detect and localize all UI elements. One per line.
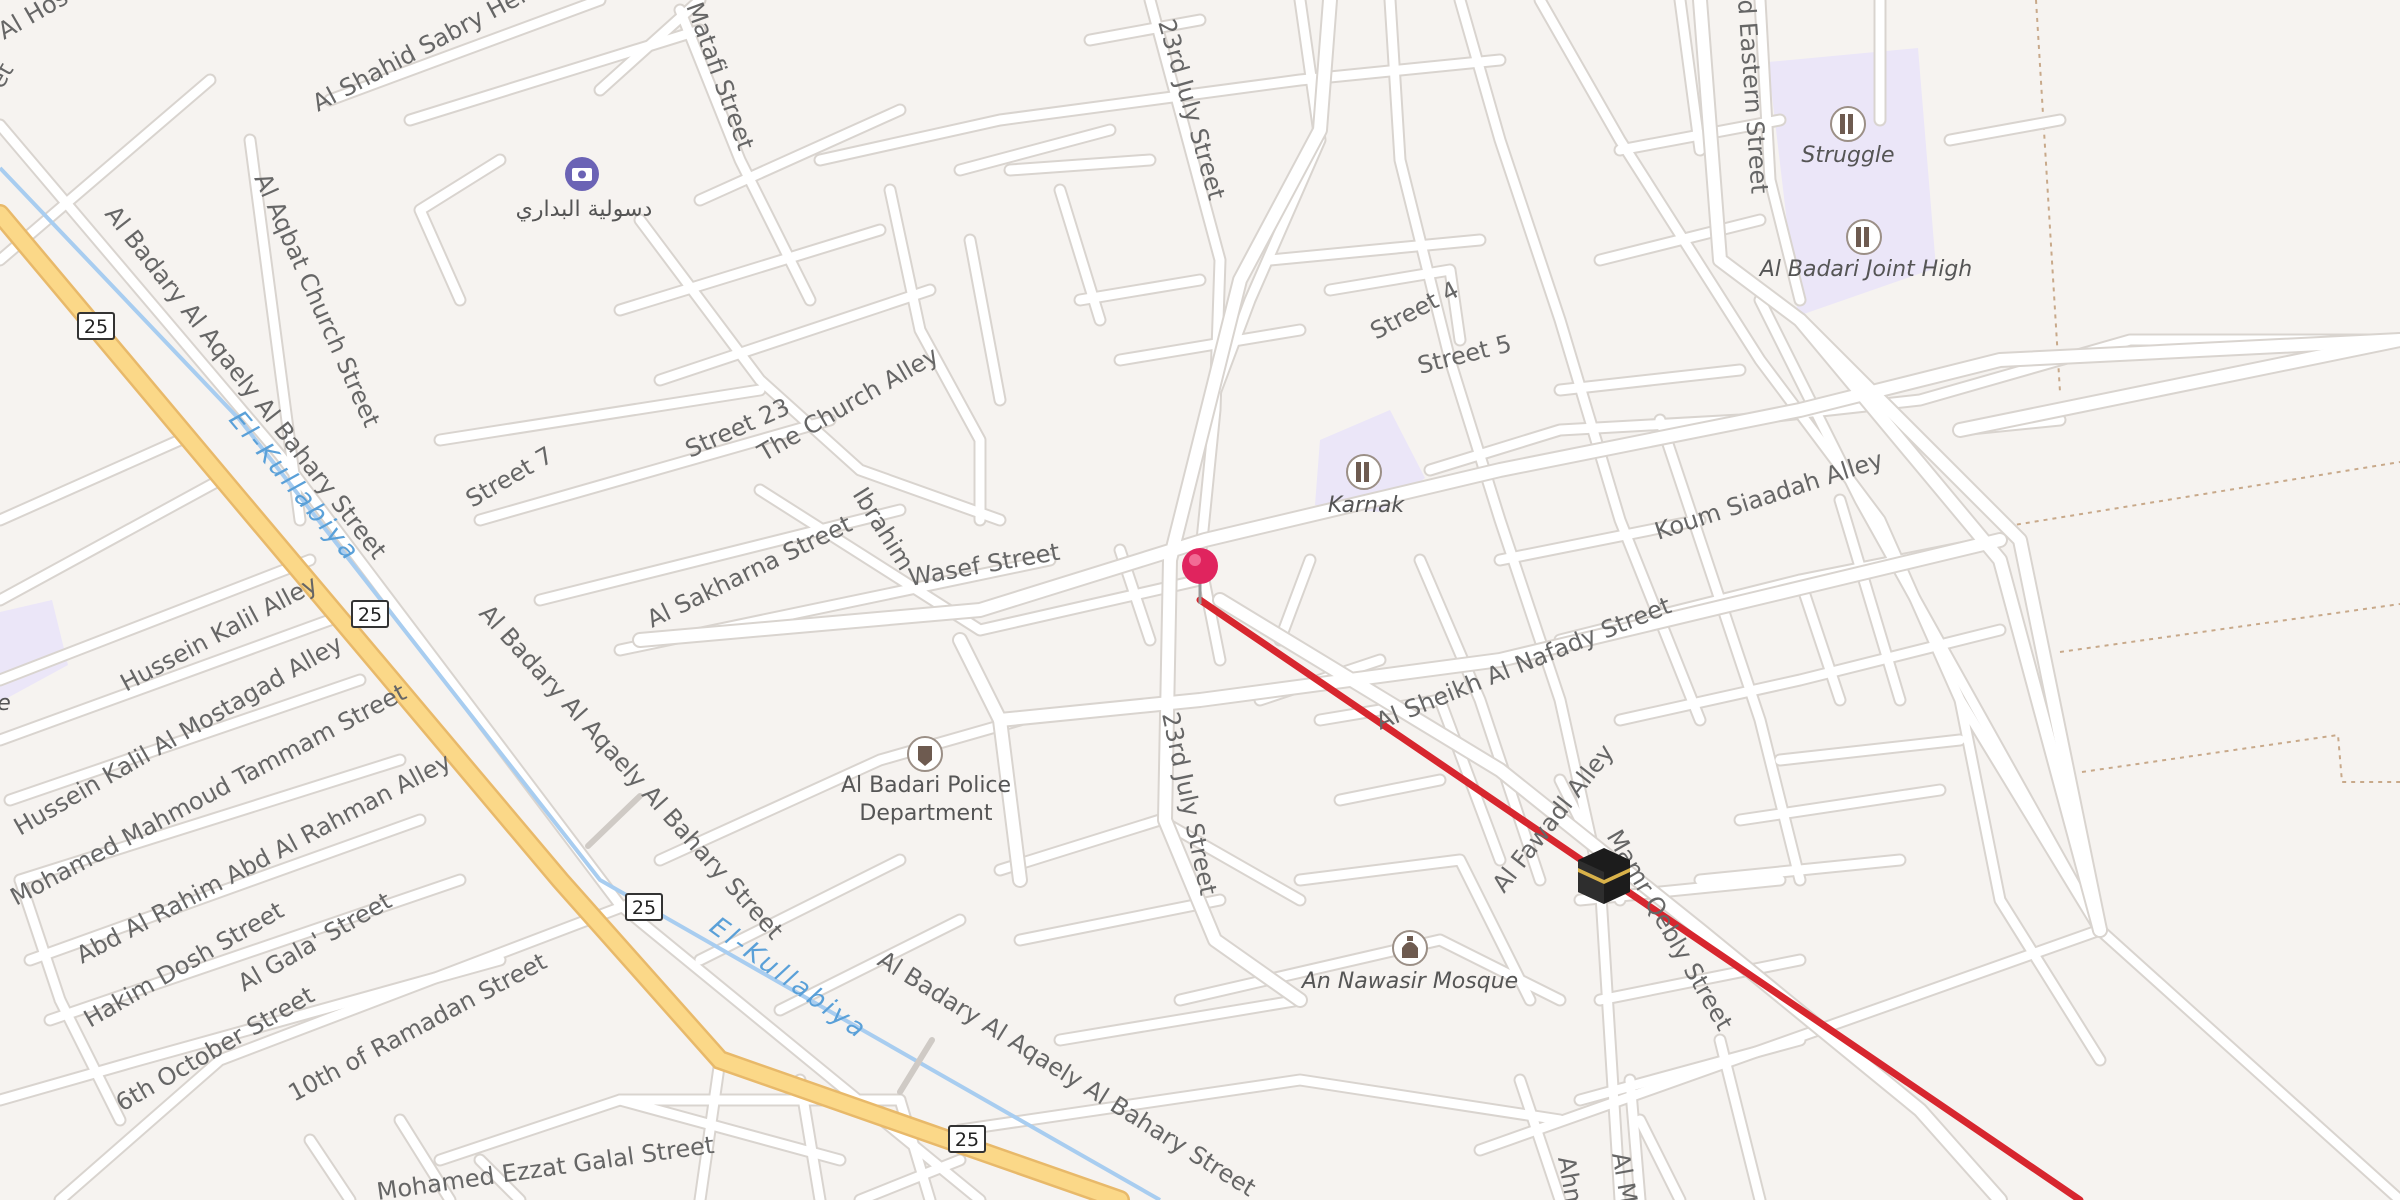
bridge bbox=[585, 793, 643, 849]
kaaba-icon[interactable] bbox=[1578, 848, 1630, 904]
highway-shield-number: 25 bbox=[955, 1129, 979, 1151]
poi-label: Department bbox=[859, 801, 993, 826]
kaaba-marker[interactable] bbox=[1578, 848, 1630, 904]
poi-label: e bbox=[0, 691, 11, 716]
poi-label: Al Badari Police bbox=[841, 773, 1011, 798]
highway-shield: 25 bbox=[625, 893, 663, 921]
highway-shield-number: 25 bbox=[84, 316, 108, 338]
highway-shield: 25 bbox=[77, 312, 115, 340]
street-label: Al Hos bbox=[0, 0, 73, 45]
poi-photo-spot[interactable]: دسولية البداري bbox=[516, 157, 653, 222]
highway-shield-number: 25 bbox=[632, 897, 656, 919]
street-label: et bbox=[0, 58, 19, 93]
boundary-lines bbox=[2007, 0, 2400, 783]
boundary-line bbox=[2059, 603, 2400, 653]
highway-shield: 25 bbox=[351, 600, 389, 628]
map-canvas[interactable]: El-Kullabiya El-Kullabiya 25 25 25 25 Al… bbox=[0, 0, 2400, 1200]
boundary-line bbox=[2035, 0, 2061, 393]
poi-label: Al Badari Joint High bbox=[1758, 257, 1973, 282]
poi-label: An Nawasir Mosque bbox=[1300, 969, 1518, 994]
poi-police[interactable]: Al Badari Police Department bbox=[841, 736, 1011, 826]
boundary-line bbox=[2007, 461, 2400, 527]
poi-label: Karnak bbox=[1328, 493, 1406, 518]
map-pin-icon[interactable] bbox=[1182, 548, 1218, 584]
street-label: Matafi Street bbox=[680, 0, 759, 154]
poi-label: دسولية البداري bbox=[516, 197, 653, 222]
highway-shield: 25 bbox=[948, 1125, 986, 1153]
street-label: Al Gala' Street bbox=[233, 887, 396, 998]
poi-label: Struggle bbox=[1801, 143, 1894, 168]
poi-left-edge[interactable]: e bbox=[0, 691, 11, 716]
highway-shield-number: 25 bbox=[358, 604, 382, 626]
boundary-line bbox=[2081, 733, 2400, 783]
